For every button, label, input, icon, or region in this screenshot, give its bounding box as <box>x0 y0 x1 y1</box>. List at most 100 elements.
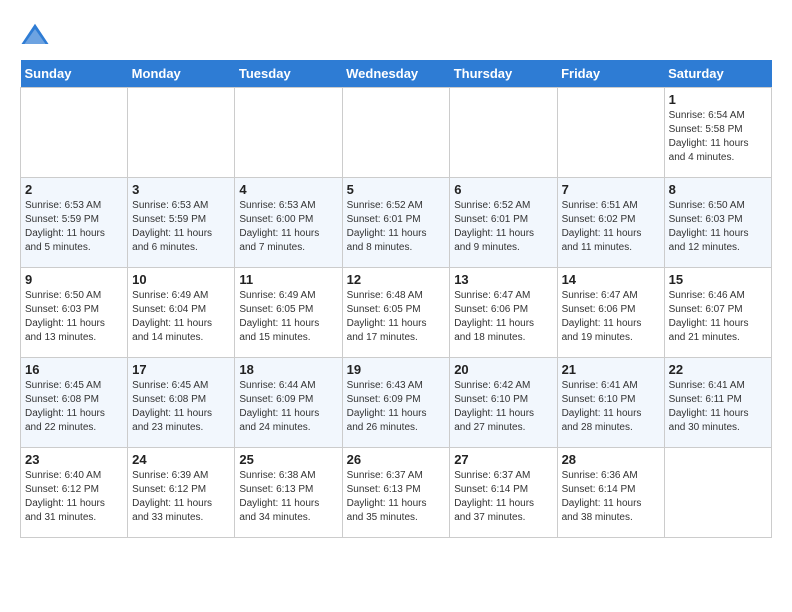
day-number: 22 <box>669 362 767 377</box>
day-number: 24 <box>132 452 230 467</box>
day-cell: 26 Sunrise: 6:37 AM Sunset: 6:13 PM Dayli… <box>342 448 450 538</box>
day-info: Sunrise: 6:43 AM Sunset: 6:09 PM Dayligh… <box>347 379 446 435</box>
week-row-4: 23 Sunrise: 6:40 AM Sunset: 6:12 PM Dayli… <box>21 448 772 538</box>
calendar-header: SundayMondayTuesdayWednesdayThursdayFrid… <box>21 60 772 88</box>
week-row-2: 9Sunrise: 6:50 AM Sunset: 6:03 PM Daylig… <box>21 268 772 358</box>
day-cell: 17 Sunrise: 6:45 AM Sunset: 6:08 PM Dayli… <box>128 358 235 448</box>
weekday-header-monday: Monday <box>128 60 235 88</box>
day-info: Sunrise: 6:47 AM Sunset: 6:06 PM Dayligh… <box>562 289 660 345</box>
day-number: 17 <box>132 362 230 377</box>
day-cell: 7Sunrise: 6:51 AM Sunset: 6:02 PM Daylig… <box>557 178 664 268</box>
day-info: Sunrise: 6:47 AM Sunset: 6:06 PM Dayligh… <box>454 289 552 345</box>
day-cell <box>557 88 664 178</box>
day-number: 23 <box>25 452 123 467</box>
day-cell: 16 Sunrise: 6:45 AM Sunset: 6:08 PM Dayli… <box>21 358 128 448</box>
page-header <box>20 20 772 50</box>
weekday-header-friday: Friday <box>557 60 664 88</box>
day-info: Sunrise: 6:40 AM Sunset: 6:12 PM Dayligh… <box>25 469 123 525</box>
day-info: Sunrise: 6:53 AM Sunset: 6:00 PM Dayligh… <box>239 199 337 255</box>
day-number: 8 <box>669 182 767 197</box>
day-cell <box>21 88 128 178</box>
day-info: Sunrise: 6:37 AM Sunset: 6:13 PM Dayligh… <box>347 469 446 525</box>
day-cell: 11 Sunrise: 6:49 AM Sunset: 6:05 PM Dayli… <box>235 268 342 358</box>
day-number: 1 <box>669 92 767 107</box>
day-cell: 22 Sunrise: 6:41 AM Sunset: 6:11 PM Dayli… <box>664 358 771 448</box>
day-cell: 14 Sunrise: 6:47 AM Sunset: 6:06 PM Dayli… <box>557 268 664 358</box>
day-number: 26 <box>347 452 446 467</box>
day-number: 12 <box>347 272 446 287</box>
weekday-header-wednesday: Wednesday <box>342 60 450 88</box>
day-cell <box>342 88 450 178</box>
day-number: 2 <box>25 182 123 197</box>
day-cell: 2 Sunrise: 6:53 AM Sunset: 5:59 PM Daylig… <box>21 178 128 268</box>
day-number: 11 <box>239 272 337 287</box>
day-cell: 3 Sunrise: 6:53 AM Sunset: 5:59 PM Daylig… <box>128 178 235 268</box>
day-cell: 19 Sunrise: 6:43 AM Sunset: 6:09 PM Dayli… <box>342 358 450 448</box>
day-cell: 9Sunrise: 6:50 AM Sunset: 6:03 PM Daylig… <box>21 268 128 358</box>
week-row-1: 2 Sunrise: 6:53 AM Sunset: 5:59 PM Daylig… <box>21 178 772 268</box>
day-cell: 21Sunrise: 6:41 AM Sunset: 6:10 PM Dayli… <box>557 358 664 448</box>
day-info: Sunrise: 6:41 AM Sunset: 6:11 PM Dayligh… <box>669 379 767 435</box>
day-cell: 27 Sunrise: 6:37 AM Sunset: 6:14 PM Dayli… <box>450 448 557 538</box>
calendar-body: 1 Sunrise: 6:54 AM Sunset: 5:58 PM Daylig… <box>21 88 772 538</box>
day-number: 13 <box>454 272 552 287</box>
day-cell: 20 Sunrise: 6:42 AM Sunset: 6:10 PM Dayli… <box>450 358 557 448</box>
day-cell <box>450 88 557 178</box>
calendar-table: SundayMondayTuesdayWednesdayThursdayFrid… <box>20 60 772 538</box>
day-number: 19 <box>347 362 446 377</box>
weekday-header-tuesday: Tuesday <box>235 60 342 88</box>
day-cell: 15Sunrise: 6:46 AM Sunset: 6:07 PM Dayli… <box>664 268 771 358</box>
day-number: 16 <box>25 362 123 377</box>
day-number: 21 <box>562 362 660 377</box>
day-info: Sunrise: 6:52 AM Sunset: 6:01 PM Dayligh… <box>347 199 446 255</box>
weekday-header-row: SundayMondayTuesdayWednesdayThursdayFrid… <box>21 60 772 88</box>
day-info: Sunrise: 6:38 AM Sunset: 6:13 PM Dayligh… <box>239 469 337 525</box>
day-info: Sunrise: 6:49 AM Sunset: 6:04 PM Dayligh… <box>132 289 230 345</box>
day-cell: 6 Sunrise: 6:52 AM Sunset: 6:01 PM Daylig… <box>450 178 557 268</box>
day-number: 9 <box>25 272 123 287</box>
day-cell: 4 Sunrise: 6:53 AM Sunset: 6:00 PM Daylig… <box>235 178 342 268</box>
day-info: Sunrise: 6:53 AM Sunset: 5:59 PM Dayligh… <box>132 199 230 255</box>
day-cell: 23 Sunrise: 6:40 AM Sunset: 6:12 PM Dayli… <box>21 448 128 538</box>
day-info: Sunrise: 6:42 AM Sunset: 6:10 PM Dayligh… <box>454 379 552 435</box>
day-info: Sunrise: 6:46 AM Sunset: 6:07 PM Dayligh… <box>669 289 767 345</box>
day-number: 25 <box>239 452 337 467</box>
weekday-header-sunday: Sunday <box>21 60 128 88</box>
week-row-3: 16 Sunrise: 6:45 AM Sunset: 6:08 PM Dayli… <box>21 358 772 448</box>
day-info: Sunrise: 6:45 AM Sunset: 6:08 PM Dayligh… <box>132 379 230 435</box>
day-info: Sunrise: 6:53 AM Sunset: 5:59 PM Dayligh… <box>25 199 123 255</box>
day-info: Sunrise: 6:52 AM Sunset: 6:01 PM Dayligh… <box>454 199 552 255</box>
day-cell: 8 Sunrise: 6:50 AM Sunset: 6:03 PM Daylig… <box>664 178 771 268</box>
day-info: Sunrise: 6:39 AM Sunset: 6:12 PM Dayligh… <box>132 469 230 525</box>
day-info: Sunrise: 6:44 AM Sunset: 6:09 PM Dayligh… <box>239 379 337 435</box>
weekday-header-saturday: Saturday <box>664 60 771 88</box>
week-row-0: 1 Sunrise: 6:54 AM Sunset: 5:58 PM Daylig… <box>21 88 772 178</box>
day-number: 14 <box>562 272 660 287</box>
day-cell <box>128 88 235 178</box>
day-number: 3 <box>132 182 230 197</box>
day-number: 10 <box>132 272 230 287</box>
day-number: 4 <box>239 182 337 197</box>
day-cell: 12Sunrise: 6:48 AM Sunset: 6:05 PM Dayli… <box>342 268 450 358</box>
day-info: Sunrise: 6:50 AM Sunset: 6:03 PM Dayligh… <box>669 199 767 255</box>
day-number: 7 <box>562 182 660 197</box>
day-number: 5 <box>347 182 446 197</box>
day-info: Sunrise: 6:45 AM Sunset: 6:08 PM Dayligh… <box>25 379 123 435</box>
day-cell: 25 Sunrise: 6:38 AM Sunset: 6:13 PM Dayli… <box>235 448 342 538</box>
weekday-header-thursday: Thursday <box>450 60 557 88</box>
day-cell: 1 Sunrise: 6:54 AM Sunset: 5:58 PM Daylig… <box>664 88 771 178</box>
day-number: 18 <box>239 362 337 377</box>
day-cell: 18 Sunrise: 6:44 AM Sunset: 6:09 PM Dayli… <box>235 358 342 448</box>
day-info: Sunrise: 6:54 AM Sunset: 5:58 PM Dayligh… <box>669 109 767 165</box>
day-number: 28 <box>562 452 660 467</box>
day-number: 6 <box>454 182 552 197</box>
day-info: Sunrise: 6:49 AM Sunset: 6:05 PM Dayligh… <box>239 289 337 345</box>
day-cell <box>664 448 771 538</box>
day-number: 20 <box>454 362 552 377</box>
logo <box>20 20 54 50</box>
day-info: Sunrise: 6:37 AM Sunset: 6:14 PM Dayligh… <box>454 469 552 525</box>
day-info: Sunrise: 6:36 AM Sunset: 6:14 PM Dayligh… <box>562 469 660 525</box>
day-number: 27 <box>454 452 552 467</box>
day-cell: 5 Sunrise: 6:52 AM Sunset: 6:01 PM Daylig… <box>342 178 450 268</box>
day-cell: 10 Sunrise: 6:49 AM Sunset: 6:04 PM Dayli… <box>128 268 235 358</box>
